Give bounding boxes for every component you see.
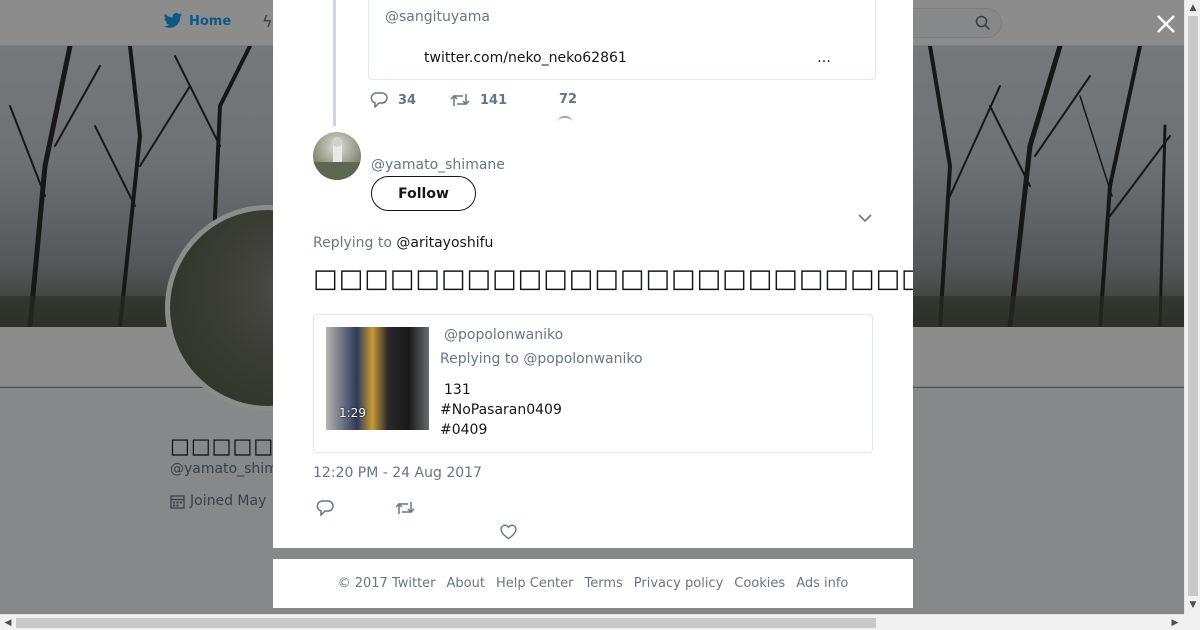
video-thumbnail[interactable]: 1:29 xyxy=(326,327,429,430)
retweet-icon xyxy=(450,94,470,106)
tweet-author-handle[interactable]: @yamato_shimane xyxy=(371,157,505,173)
retweet-action[interactable]: 141 xyxy=(450,92,507,108)
reply-icon[interactable] xyxy=(316,500,334,516)
horizontal-scroll-thumb[interactable] xyxy=(16,618,876,628)
thread-connector xyxy=(333,0,336,126)
video-duration: 1:29 xyxy=(339,406,366,420)
heart-icon[interactable] xyxy=(500,524,517,540)
chevron-down-icon[interactable] xyxy=(858,213,872,223)
footer-link-about[interactable]: About xyxy=(447,576,485,591)
footer-link-ads-info[interactable]: Ads info xyxy=(796,576,848,591)
scroll-right-arrow-icon[interactable]: ▶ xyxy=(1170,618,1180,628)
quote-link[interactable]: twitter.com/neko_neko62861 xyxy=(424,50,627,66)
quoted-tweet-text: 131 #NoPasaran0409 #0409 xyxy=(440,380,562,440)
ancestor-quote-card[interactable]: @sangituyama twitter.com/neko_neko62861 … xyxy=(368,0,876,80)
horizontal-scrollbar[interactable]: ◀ ▶ xyxy=(0,614,1184,630)
footer-copyright: © 2017 Twitter xyxy=(337,576,436,591)
reply-icon xyxy=(370,92,388,108)
quoted-tweet-handle: @popolonwaniko xyxy=(444,327,564,343)
vertical-scroll-thumb[interactable] xyxy=(1188,16,1198,596)
reply-action[interactable]: 34 xyxy=(370,92,416,108)
scroll-left-arrow-icon[interactable]: ◀ xyxy=(3,618,13,628)
avatar-photo xyxy=(313,137,361,180)
replying-to-mention[interactable]: @aritayoshifu xyxy=(396,235,493,251)
close-icon[interactable] xyxy=(1154,12,1178,36)
tweet-author-avatar[interactable] xyxy=(313,132,361,180)
replying-to: Replying to @aritayoshifu xyxy=(313,235,493,251)
quoted-tweet-card[interactable]: 1:29 @popolonwaniko Replying to @popolon… xyxy=(313,314,873,453)
vertical-scrollbar[interactable]: ▲ ▼ xyxy=(1184,0,1200,614)
like-count: 72 xyxy=(559,92,578,107)
scroll-down-arrow-icon[interactable]: ▼ xyxy=(1188,600,1198,610)
tweet-text: □□□□□□□□□□□□□□□□□□□□□□□□□□□□□□□□□□□□□□□□… xyxy=(313,264,913,294)
footer-link-terms[interactable]: Terms xyxy=(585,576,623,591)
follow-button[interactable]: Follow xyxy=(371,176,476,211)
quoted-tweet-line: #0409 xyxy=(440,422,488,438)
retweet-count: 141 xyxy=(480,92,508,108)
tweet-timestamp[interactable]: 12:20 PM - 24 Aug 2017 xyxy=(313,465,482,481)
quoted-tweet-line: #NoPasaran0409 xyxy=(440,402,562,418)
quoted-tweet-replying: Replying to @popolonwaniko xyxy=(440,351,643,367)
heart-icon xyxy=(558,116,572,122)
modal-footer: © 2017 Twitter About Help Center Terms P… xyxy=(273,559,913,608)
footer-link-help-center[interactable]: Help Center xyxy=(496,576,574,591)
retweet-icon[interactable] xyxy=(395,500,415,516)
replying-to-prefix: Replying to xyxy=(313,235,392,251)
quote-handle: @sangituyama xyxy=(385,9,490,25)
reply-count: 34 xyxy=(398,92,417,108)
tweet-permalink-modal: @sangituyama twitter.com/neko_neko62861 … xyxy=(273,0,913,548)
footer-link-privacy[interactable]: Privacy policy xyxy=(634,576,723,591)
footer-link-cookies[interactable]: Cookies xyxy=(734,576,785,591)
quoted-tweet-line: 131 xyxy=(444,382,471,398)
scroll-up-arrow-icon[interactable]: ▲ xyxy=(1188,3,1198,13)
quote-ellipsis: … xyxy=(817,50,831,66)
scrollbar-corner xyxy=(1184,614,1200,630)
like-action[interactable]: 72 xyxy=(559,92,577,107)
